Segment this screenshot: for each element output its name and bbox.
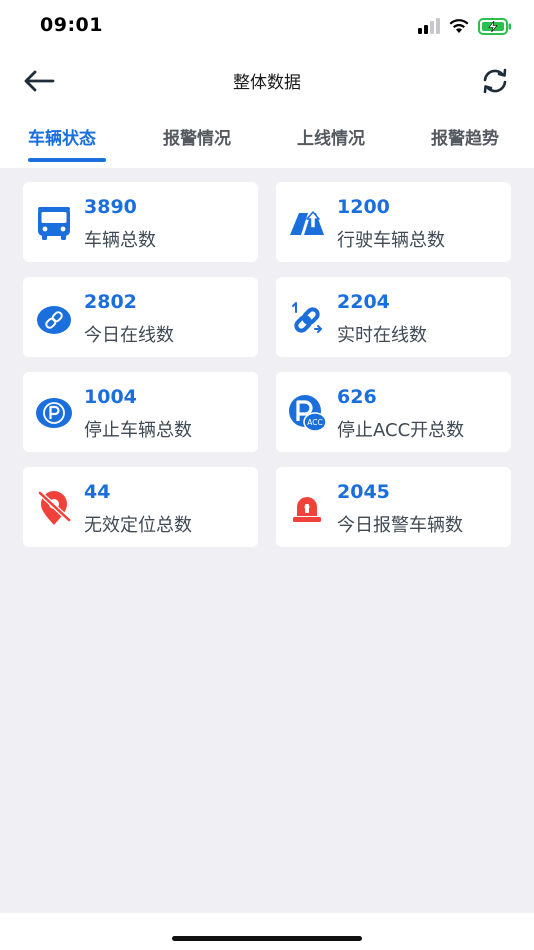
stat-card-stopped-acc-on[interactable]: ACC 626 停止ACC开总数 xyxy=(276,372,511,452)
parking-acc-icon: ACC xyxy=(289,395,326,432)
tab-online-status[interactable]: 上线情况 xyxy=(297,124,365,149)
status-bar: 09:01 xyxy=(0,0,534,50)
stat-card-online-today[interactable]: 2802 今日在线数 xyxy=(23,277,258,357)
stat-value: 3890 xyxy=(84,196,137,218)
tab-vehicle-status[interactable]: 车辆状态 xyxy=(28,124,96,149)
cellular-signal-icon xyxy=(418,18,440,34)
tab-alarm-status[interactable]: 报警情况 xyxy=(163,124,231,149)
bus-icon xyxy=(38,207,70,240)
home-indicator[interactable] xyxy=(172,936,362,941)
stat-label: 无效定位总数 xyxy=(84,515,192,536)
stat-value: 626 xyxy=(337,386,377,408)
stat-card-driving-vehicles[interactable]: 1200 行驶车辆总数 xyxy=(276,182,511,262)
acc-badge-text: ACC xyxy=(307,418,322,427)
nav-bar: 整体数据 xyxy=(0,50,534,112)
stat-label: 今日在线数 xyxy=(84,325,174,346)
tab-alarm-trend[interactable]: 报警趋势 xyxy=(431,124,499,149)
active-tab-indicator xyxy=(28,158,106,162)
wifi-icon xyxy=(449,19,469,33)
location-off-icon xyxy=(37,490,72,525)
road-driving-icon xyxy=(290,211,324,235)
stat-card-online-realtime[interactable]: 2204 实时在线数 xyxy=(276,277,511,357)
stat-value: 2045 xyxy=(337,481,390,503)
stat-label: 停止ACC开总数 xyxy=(337,420,465,441)
stat-label: 行驶车辆总数 xyxy=(337,230,445,251)
battery-charging-icon xyxy=(478,17,511,35)
stat-card-alarm-today[interactable]: 2045 今日报警车辆数 xyxy=(276,467,511,547)
alarm-light-icon xyxy=(293,497,321,522)
stat-value: 1004 xyxy=(84,386,137,408)
stat-label: 今日报警车辆数 xyxy=(337,515,463,536)
stats-grid: 3890 车辆总数 1200 行驶车辆总数 2802 今日在线数 2204 实时… xyxy=(0,168,534,913)
status-time: 09:01 xyxy=(40,14,103,36)
stat-card-invalid-location[interactable]: 44 无效定位总数 xyxy=(23,467,258,547)
parking-icon xyxy=(36,398,72,428)
status-icons xyxy=(418,16,512,36)
page-title: 整体数据 xyxy=(233,73,301,93)
stat-label: 停止车辆总数 xyxy=(84,420,192,441)
realtime-link-icon xyxy=(292,302,323,333)
stat-card-total-vehicles[interactable]: 3890 车辆总数 xyxy=(23,182,258,262)
stat-value: 44 xyxy=(84,481,111,503)
stat-label: 实时在线数 xyxy=(337,325,427,346)
stat-card-stopped-vehicles[interactable]: 1004 停止车辆总数 xyxy=(23,372,258,452)
stat-value: 2204 xyxy=(337,291,390,313)
stat-label: 车辆总数 xyxy=(84,230,156,251)
link-icon xyxy=(37,306,71,334)
stat-value: 2802 xyxy=(84,291,137,313)
tab-bar: 车辆状态 报警情况 上线情况 报警趋势 xyxy=(0,112,534,168)
home-bar-area xyxy=(0,913,534,950)
refresh-icon[interactable] xyxy=(480,66,510,96)
stat-value: 1200 xyxy=(337,196,390,218)
